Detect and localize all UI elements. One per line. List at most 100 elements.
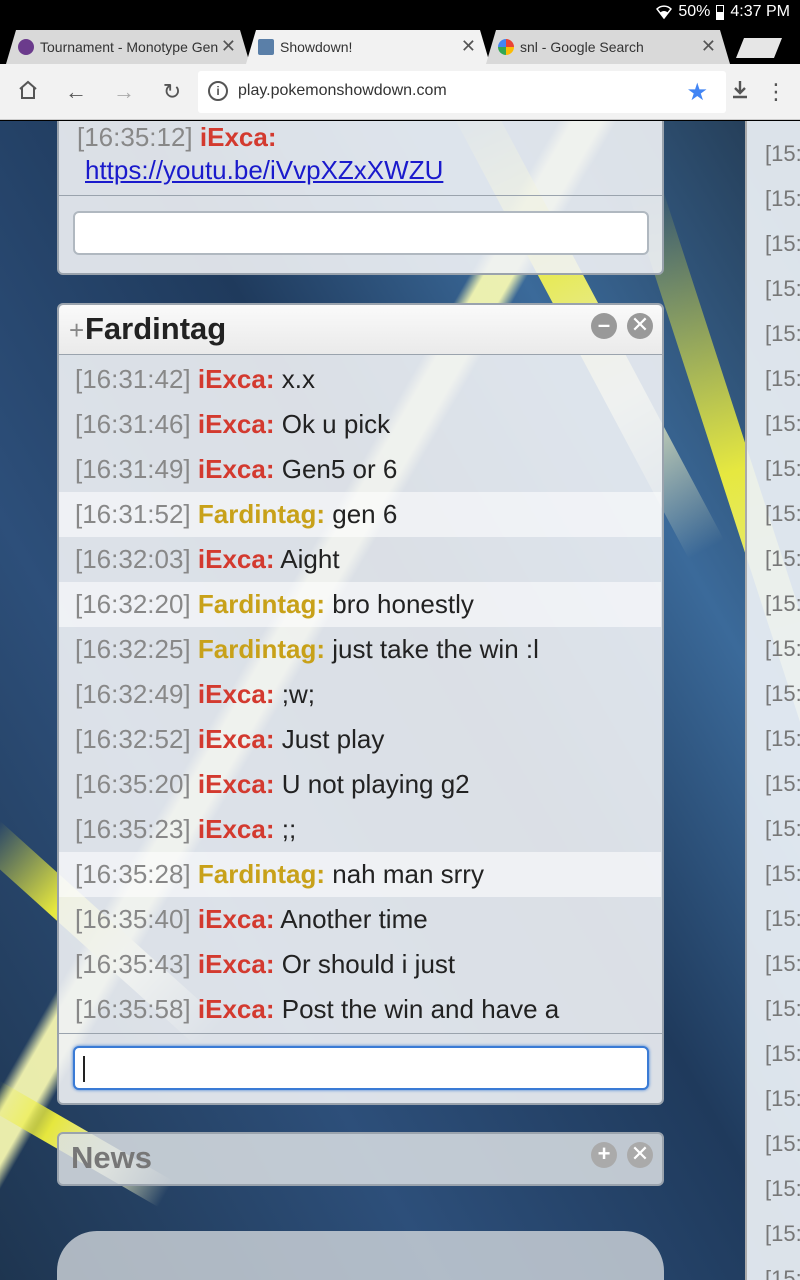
username[interactable]: Fardintag:: [198, 634, 325, 664]
more-menu-icon[interactable]: ⋮: [764, 78, 788, 106]
close-icon[interactable]: ✕: [627, 1142, 653, 1168]
username[interactable]: iExca:: [198, 679, 275, 709]
message-text: bro honestly: [332, 589, 474, 619]
username[interactable]: iExca:: [198, 904, 275, 934]
news-panel: News + ✕: [57, 1132, 664, 1186]
chat-input[interactable]: [73, 211, 649, 255]
reload-icon[interactable]: ↻: [158, 78, 186, 106]
message-list: [16:31:42] iExca: x.x [16:31:46] iExca: O…: [59, 357, 662, 1033]
tab-showdown[interactable]: Showdown! ✕: [246, 30, 490, 64]
timestamp: [16:35:28]: [75, 859, 191, 889]
partial-timestamp: [15:: [765, 1086, 800, 1111]
timestamp: [16:35:23]: [75, 814, 191, 844]
news-title[interactable]: News: [71, 1140, 152, 1176]
partial-timestamp: [15:: [765, 366, 800, 391]
message-text: Gen5 or 6: [281, 454, 398, 484]
message-text: Ok u pick: [281, 409, 391, 439]
minimize-icon[interactable]: –: [591, 313, 617, 339]
username[interactable]: iExca:: [198, 769, 275, 799]
pokemon-showdown-forum-icon: [18, 39, 34, 55]
partial-timestamp: [15:: [765, 546, 800, 571]
tab-google[interactable]: snl - Google Search ✕: [486, 30, 730, 64]
battery-icon: [716, 4, 725, 20]
partial-timestamp: [15:: [765, 906, 800, 931]
chat-message: [16:32:25] Fardintag: just take the win …: [59, 627, 661, 672]
chat-message: [16:32:49] iExca: ;w;: [59, 672, 661, 717]
partial-timestamp: [15:: [765, 951, 800, 976]
timestamp: [16:32:20]: [75, 589, 191, 619]
username[interactable]: iExca:: [198, 994, 275, 1024]
partial-timestamp: [15:: [765, 1266, 800, 1280]
close-icon[interactable]: ✕: [461, 36, 476, 57]
chat-message: [16:35:20] iExca: U not playing g2: [59, 762, 661, 807]
timestamp: [16:31:49]: [75, 454, 191, 484]
url-text[interactable]: play.pokemonshowdown.com: [238, 82, 447, 100]
new-tab-button[interactable]: [736, 38, 782, 58]
close-icon[interactable]: ✕: [701, 36, 716, 57]
username[interactable]: iExca:: [198, 814, 275, 844]
home-icon[interactable]: [14, 78, 42, 106]
chat-message: [16:31:52] Fardintag: gen 6: [59, 492, 661, 537]
tab-strip: Tournament - Monotype Gen ✕ Showdown! ✕ …: [0, 26, 800, 64]
message-text: Or should i just: [281, 949, 456, 979]
partial-timestamp: [15:: [765, 636, 800, 661]
forward-icon[interactable]: →: [110, 78, 138, 106]
username[interactable]: iExca:: [198, 724, 275, 754]
partial-timestamp: [15:: [765, 1131, 800, 1156]
partial-timestamp: [15:: [765, 276, 800, 301]
chat-message: [16:35:23] iExca: ;;: [59, 807, 661, 852]
tab-tournament[interactable]: Tournament - Monotype Gen ✕: [6, 30, 250, 64]
timestamp: [16:35:20]: [75, 769, 191, 799]
bookmark-star-icon[interactable]: ★: [686, 78, 708, 107]
chat-message: [16:32:52] iExca: Just play: [59, 717, 661, 762]
message-text: Post the win and have a: [281, 994, 560, 1024]
right-side-panel: [15: [15: [15: [15: [15: [15: [15: [15: [15: [15:…: [745, 121, 800, 1280]
timestamp: [16:35:58]: [75, 994, 191, 1024]
partial-timestamp: [15:: [765, 681, 800, 706]
username[interactable]: iExca:: [198, 949, 275, 979]
info-icon[interactable]: i: [208, 81, 228, 101]
partial-timestamp: [15:: [765, 186, 800, 211]
username[interactable]: Fardintag:: [198, 589, 325, 619]
message-text: nah man srry: [332, 859, 484, 889]
chat-message: [16:35:40] iExca: Another time: [59, 897, 661, 942]
browser-toolbar: ← → ↻ i play.pokemonshowdown.com ★ ⋮: [0, 64, 800, 120]
add-icon[interactable]: +: [591, 1142, 617, 1168]
username[interactable]: iExca:: [198, 409, 275, 439]
pm-title-bar: + Fardintag – ✕: [59, 305, 662, 355]
partial-timestamp: [15:: [765, 816, 800, 841]
message-text: just take the win :l: [332, 634, 539, 664]
username[interactable]: iExca:: [198, 544, 275, 574]
close-icon[interactable]: ✕: [221, 36, 236, 57]
message-text: Just play: [281, 724, 385, 754]
chat-message: [16:35:12] iExca:: [77, 122, 277, 153]
message-text: U not playing g2: [281, 769, 470, 799]
pm-title[interactable]: Fardintag: [85, 311, 226, 347]
partial-timestamp: [15:: [765, 321, 800, 346]
wifi-icon: [656, 5, 673, 20]
google-icon: [498, 39, 514, 55]
pm-chat-input[interactable]: [73, 1046, 649, 1090]
timestamp: [16:35:12]: [77, 122, 193, 152]
back-icon[interactable]: ←: [62, 78, 90, 106]
download-icon[interactable]: [726, 78, 754, 106]
bottom-panel: [57, 1231, 664, 1280]
message-text: Aight: [280, 544, 340, 574]
username[interactable]: iExca:: [200, 122, 277, 152]
message-text: ;w;: [281, 679, 315, 709]
username[interactable]: iExca:: [198, 364, 275, 394]
url-bar[interactable]: i play.pokemonshowdown.com ★: [198, 71, 726, 113]
username[interactable]: iExca:: [198, 454, 275, 484]
close-icon[interactable]: ✕: [627, 313, 653, 339]
username[interactable]: Fardintag:: [198, 499, 325, 529]
timestamp: [16:31:46]: [75, 409, 191, 439]
showdown-icon: [258, 39, 274, 55]
youtube-link[interactable]: https://youtu.be/iVvpXZxXWZU: [85, 155, 443, 186]
top-chat-panel: [16:35:12] iExca: https://youtu.be/iVvpX…: [57, 121, 664, 275]
plus-icon: +: [69, 315, 85, 345]
partial-timestamp: [15:: [765, 1221, 800, 1246]
username[interactable]: Fardintag:: [198, 859, 325, 889]
chat-message: [16:31:42] iExca: x.x: [59, 357, 661, 402]
partial-timestamp: [15:: [765, 1176, 800, 1201]
partial-timestamp: [15:: [765, 726, 800, 751]
